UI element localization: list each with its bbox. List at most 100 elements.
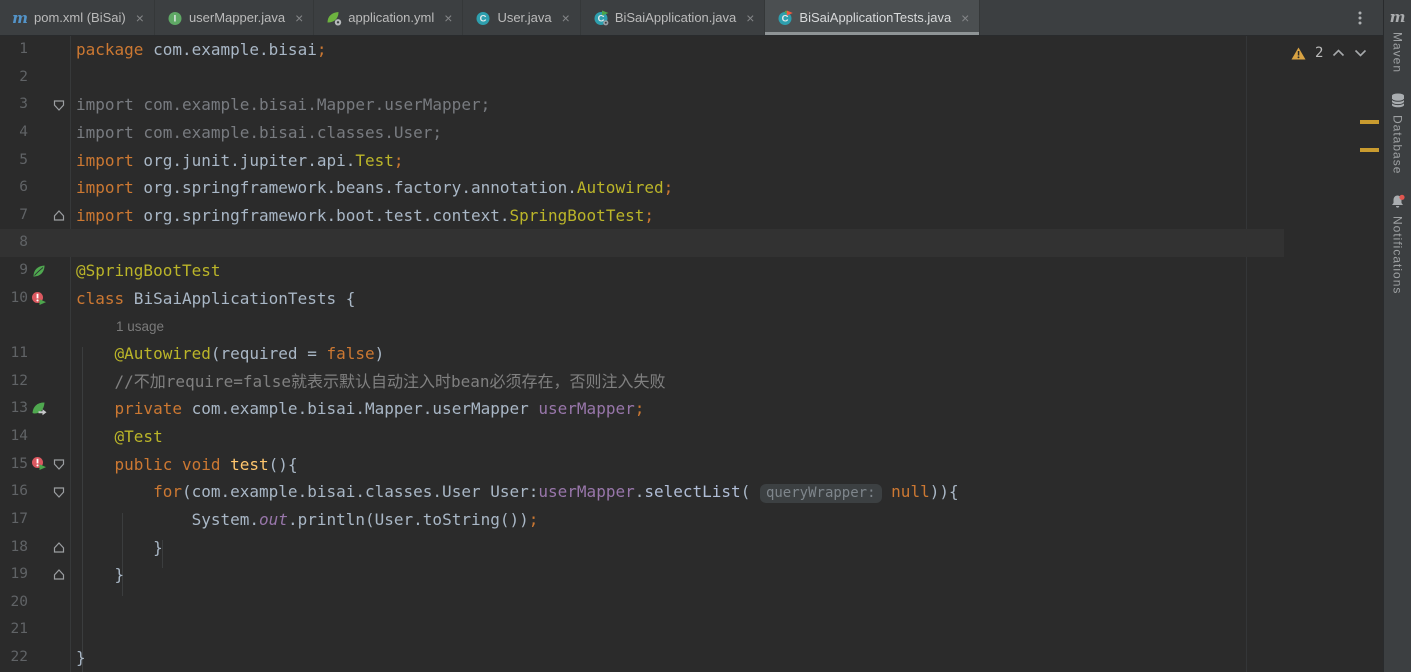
code-text[interactable]: for(com.example.bisai.classes.User User:… — [68, 478, 1383, 506]
line-number: 3 — [19, 96, 28, 113]
spring-bean-icon[interactable] — [28, 395, 50, 423]
class-icon: C — [475, 10, 491, 26]
code-segment: org.springframework.boot.test.context. — [133, 205, 510, 225]
code-editor[interactable]: 1 package com.example.bisai; 2 3 import com.… — [0, 36, 1383, 672]
code-text[interactable]: import org.springframework.beans.factory… — [68, 174, 1383, 202]
gutter-slot — [28, 36, 50, 64]
tool-window-button-notifications[interactable]: Notifications — [1390, 192, 1406, 295]
code-line: 16 for(com.example.bisai.classes.User Us… — [0, 478, 1383, 506]
line-number: 21 — [10, 621, 28, 638]
tool-window-button-maven[interactable]: m Maven — [1390, 8, 1406, 73]
fold-slot — [50, 36, 68, 64]
code-text[interactable]: //不加require=false就表示默认自动注入时bean必须存在，否则注入… — [68, 368, 1383, 396]
warning-count: 2 — [1315, 45, 1324, 61]
run-failed-icon[interactable] — [28, 285, 50, 313]
code-text[interactable]: import org.springframework.boot.test.con… — [68, 202, 1383, 230]
code-text[interactable] — [68, 589, 1383, 617]
fold-slot — [50, 285, 68, 313]
code-line: 12 //不加require=false就表示默认自动注入时bean必须存在，否… — [0, 368, 1383, 396]
code-text[interactable]: 1 usage — [68, 312, 1383, 340]
code-segment: com.example.bisai.Mapper.userMapper — [181, 399, 539, 419]
fold-down-icon[interactable] — [50, 478, 68, 506]
fold-up-icon[interactable] — [50, 534, 68, 562]
code-text[interactable] — [68, 64, 1383, 92]
tool-window-button-database[interactable]: Database — [1391, 91, 1405, 174]
tab-label: pom.xml (BiSai) — [34, 10, 126, 25]
code-text[interactable]: @SpringBootTest — [68, 257, 1383, 285]
code-text[interactable]: package com.example.bisai; — [68, 36, 1383, 64]
code-line: 19 } — [0, 561, 1383, 589]
close-icon[interactable]: × — [961, 10, 969, 26]
code-segment: . — [634, 482, 645, 502]
svg-text:C: C — [782, 13, 789, 24]
tab-user-java[interactable]: C User.java × — [463, 0, 581, 35]
fold-down-icon[interactable] — [50, 451, 68, 479]
code-segment: private — [114, 399, 182, 419]
line-number: 9 — [19, 262, 28, 279]
code-text[interactable]: } — [68, 561, 1383, 589]
runnable-class-icon: C — [593, 10, 609, 26]
code-text[interactable]: @Autowired(required = false) — [68, 340, 1383, 368]
gutter-slot — [28, 644, 50, 672]
tab-application-yml[interactable]: application.yml × — [314, 0, 464, 35]
gutter-slot — [28, 91, 50, 119]
fold-slot — [50, 368, 68, 396]
tab-bisaiapplication-java[interactable]: C BiSaiApplication.java × — [581, 0, 766, 35]
code-text[interactable] — [68, 616, 1383, 644]
code-text[interactable] — [68, 229, 1383, 257]
close-icon[interactable]: × — [562, 10, 570, 26]
code-text[interactable]: System.out.println(User.toString()); — [68, 506, 1383, 534]
code-segment: //不加require=false就表示默认自动注入时bean必须存在，否则注入… — [76, 371, 666, 391]
run-failed-icon[interactable] — [28, 451, 50, 479]
code-segment: import — [76, 150, 134, 170]
tab-bisaiapplicationtests-java[interactable]: C BiSaiApplicationTests.java × — [765, 0, 981, 35]
fold-up-icon[interactable] — [50, 202, 68, 230]
spring-leaf-icon[interactable] — [28, 257, 50, 285]
warning-stripe-mark[interactable] — [1360, 120, 1379, 124]
database-icon — [1391, 91, 1405, 109]
code-text[interactable]: private com.example.bisai.Mapper.userMap… — [68, 395, 1383, 423]
tab-usermapper-java[interactable]: IuserMapper.java × — [155, 0, 315, 35]
code-line: 20 — [0, 589, 1383, 617]
line-number: 7 — [19, 206, 28, 223]
code-text[interactable]: class BiSaiApplicationTests { — [68, 285, 1383, 313]
tool-window-label: Database — [1390, 115, 1405, 175]
code-text[interactable]: public void test(){ — [68, 451, 1383, 479]
inspections-widget[interactable]: 2 — [1291, 42, 1367, 64]
chevron-up-icon[interactable] — [1332, 49, 1345, 57]
code-segment: ) — [374, 344, 385, 364]
code-segment: ; — [528, 509, 539, 529]
close-icon[interactable]: × — [444, 10, 452, 26]
chevron-down-icon[interactable] — [1354, 49, 1367, 57]
code-lines: 1 package com.example.bisai; 2 3 import com.… — [0, 36, 1383, 672]
code-text[interactable]: import com.example.bisai.classes.User; — [68, 119, 1383, 147]
code-text[interactable]: import org.junit.jupiter.api.Test; — [68, 147, 1383, 175]
fold-down-icon[interactable] — [50, 91, 68, 119]
more-options-icon[interactable] — [1347, 0, 1373, 35]
warning-icon[interactable] — [1291, 47, 1306, 60]
line-number: 17 — [10, 510, 28, 527]
close-icon[interactable]: × — [136, 10, 144, 26]
code-text[interactable]: import com.example.bisai.Mapper.userMapp… — [68, 91, 1383, 119]
code-segment: ; — [634, 399, 645, 419]
tab-pom-xml-bisai[interactable]: m pom.xml (BiSai) × — [0, 0, 155, 35]
fold-slot — [50, 395, 68, 423]
tab-label: application.yml — [348, 10, 435, 25]
warning-stripe-mark[interactable] — [1360, 148, 1379, 152]
code-text[interactable]: } — [68, 534, 1383, 562]
close-icon[interactable]: × — [295, 10, 303, 26]
close-icon[interactable]: × — [746, 10, 754, 26]
code-segment: 1 usage — [116, 319, 165, 335]
gutter-slot — [28, 368, 50, 396]
code-segment: ( — [740, 482, 760, 502]
fold-up-icon[interactable] — [50, 561, 68, 589]
tab-label: BiSaiApplicationTests.java — [799, 10, 952, 25]
code-text[interactable]: @Test — [68, 423, 1383, 451]
code-text[interactable]: } — [68, 644, 1383, 672]
code-segment: ; — [393, 150, 404, 170]
line-number: 8 — [19, 234, 28, 251]
gutter-slot — [28, 202, 50, 230]
gutter-slot — [28, 506, 50, 534]
svg-text:C: C — [480, 13, 487, 24]
